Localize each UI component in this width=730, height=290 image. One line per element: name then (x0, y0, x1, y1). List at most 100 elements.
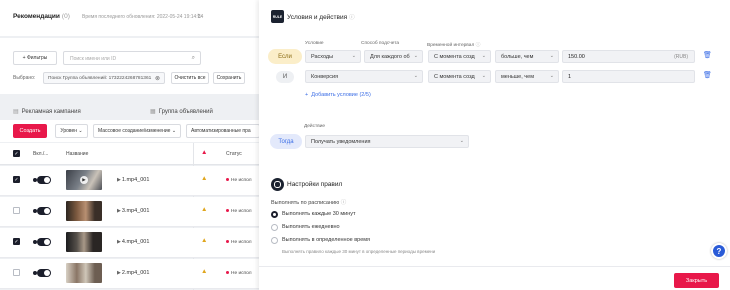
ad-name[interactable]: ▶3.mp4_001 (117, 208, 149, 214)
rule-logo-icon: RULE (271, 10, 284, 23)
ad-name[interactable]: ▶2.mp4_001 (117, 270, 149, 276)
info-icon[interactable]: ⓘ (349, 15, 355, 21)
chevron-down-icon: ⌄ (459, 138, 464, 144)
play-icon: ▶ (80, 176, 88, 184)
operator-dropdown[interactable]: больше, чем ⌄ (495, 50, 559, 63)
recommendation-count: (0) (61, 13, 70, 20)
warning-icon: ▲ (201, 206, 208, 213)
filter-chip: Поиск Группа объявлений: 173222426878136… (43, 72, 165, 84)
col-name[interactable]: Название (66, 151, 88, 157)
ad-name[interactable]: ▶1.mp4_001 (117, 177, 149, 183)
video-thumbnail: ▶ (66, 170, 102, 190)
video-icon: ▶ (117, 239, 121, 245)
warning-col-icon: ▲ (201, 149, 208, 156)
action-dropdown[interactable]: Получать уведомления ⌄ (305, 135, 469, 148)
info-icon[interactable]: ⓘ (341, 200, 347, 206)
chevron-down-icon: ⌄ (481, 53, 486, 59)
info-icon[interactable]: ⓘ (476, 43, 481, 48)
chevron-down-icon: ⌄ (549, 73, 554, 79)
operator-dropdown[interactable]: меньше, чем ⌄ (495, 70, 559, 83)
radio-specific-time[interactable] (271, 237, 278, 244)
interval-header: Временной интервал ⓘ (427, 43, 481, 48)
close-button[interactable]: Закрыть (674, 273, 719, 288)
selected-label: Выбрано: (13, 75, 36, 81)
schedule-label: Выполнять по расписанию ⓘ (271, 200, 347, 206)
video-thumbnail (66, 201, 102, 221)
chevron-down-icon: ⌄ (549, 53, 554, 59)
video-thumbnail (66, 232, 102, 252)
chevron-down-icon: ⌄ (481, 73, 486, 79)
page-title: Рекомендации (0) (13, 13, 70, 20)
metric-dropdown[interactable]: Расходы ⌄ (305, 50, 361, 63)
automated-rules-button[interactable]: Автоматизированные пра (186, 124, 260, 138)
plus-icon: + (305, 92, 309, 98)
status-toggle[interactable] (33, 207, 51, 215)
and-label: И (276, 71, 294, 83)
ad-name[interactable]: ▶4.mp4_001 (117, 239, 149, 245)
chevron-down-icon: ⌄ (351, 53, 356, 59)
row-checkbox[interactable] (13, 269, 20, 276)
add-condition-link[interactable]: + Добавить условие (2/5) (305, 92, 371, 98)
last-update-time: Время последнего обновления: 2022-05-24 … (82, 14, 204, 20)
status-badge: Не испол (226, 240, 252, 245)
video-icon: ▶ (117, 177, 121, 183)
folder-icon: ▤ (13, 109, 19, 115)
status-toggle[interactable] (33, 176, 51, 184)
action-header: Действие (304, 124, 326, 129)
settings-title: Настройки правил (287, 181, 343, 188)
chevron-down-icon: ⌄ (413, 53, 418, 59)
option-specific-time[interactable]: Выполнять в определенное время (282, 237, 370, 243)
video-icon: ▶ (117, 208, 121, 214)
drawer-title: Условия и действия ⓘ (287, 14, 355, 21)
row-checkbox[interactable]: ✓ (13, 176, 20, 183)
settings-icon (271, 178, 284, 191)
method-dropdown[interactable]: Для каждого об ⌄ (364, 50, 423, 63)
warning-icon: ▲ (201, 175, 208, 182)
col-toggle: Вкл./... (33, 151, 49, 157)
delete-condition-icon[interactable]: 🗑 (703, 51, 712, 59)
then-label: Тогда (270, 134, 302, 149)
tab-campaigns[interactable]: ▤ Рекламная кампания (13, 108, 81, 115)
col-status[interactable]: Статус (226, 151, 242, 157)
warning-icon: ▲ (201, 268, 208, 275)
row-checkbox[interactable] (13, 207, 20, 214)
if-label: Если (268, 49, 302, 64)
status-badge: Не испол (226, 271, 252, 276)
filter-panel (0, 38, 260, 94)
grid-icon: ▦ (150, 109, 156, 115)
chip-remove-icon[interactable]: ⊗ (155, 75, 160, 82)
warning-icon: ▲ (201, 237, 208, 244)
status-toggle[interactable] (33, 238, 51, 246)
chevron-down-icon: ⌄ (413, 73, 418, 79)
interval-dropdown[interactable]: С момента созд ⌄ (428, 50, 491, 63)
radio-every-30-min[interactable] (271, 211, 278, 218)
search-input[interactable]: Поиск имени или ID ⌕ (63, 51, 201, 65)
interval-dropdown[interactable]: С момента созд ⌄ (428, 70, 491, 83)
status-badge: Не испол (226, 178, 252, 183)
radio-daily[interactable] (271, 224, 278, 231)
value-input[interactable]: 150.00 (RUB) (562, 50, 695, 63)
row-checkbox[interactable]: ✓ (13, 238, 20, 245)
select-all-checkbox[interactable]: ✓ (13, 150, 20, 157)
value-input[interactable]: 1 (562, 70, 695, 83)
bulk-edit-dropdown[interactable]: Массовое создание/изменение ⌄ (93, 124, 181, 138)
tab-ad-groups[interactable]: ▦ Группа объявлений (150, 108, 213, 115)
filters-button[interactable]: + Фильтры (13, 51, 57, 65)
method-header: Способ подсчета (361, 41, 400, 46)
create-button[interactable]: Создать (13, 124, 47, 138)
option-daily[interactable]: Выполнять ежедневно (282, 224, 340, 230)
status-toggle[interactable] (33, 269, 51, 277)
search-icon: ⌕ (191, 55, 195, 61)
clear-all-button[interactable]: Очистить все (171, 72, 209, 84)
save-filter-button[interactable]: Сохранить (213, 72, 245, 84)
option-every-30-min[interactable]: Выполнять каждые 30 минут (282, 211, 356, 217)
metric-dropdown[interactable]: Конверсия ⌄ (305, 70, 423, 83)
refresh-icon[interactable]: ↻ (197, 13, 202, 20)
condition-header: Условие (305, 41, 324, 46)
delete-condition-icon[interactable]: 🗑 (703, 71, 712, 79)
help-icon[interactable]: ? (711, 243, 727, 259)
video-icon: ▶ (117, 270, 121, 276)
status-badge: Не испол (226, 209, 252, 214)
level-dropdown[interactable]: Уровен ⌄ (55, 124, 88, 138)
currency-unit: (RUB) (674, 54, 688, 60)
